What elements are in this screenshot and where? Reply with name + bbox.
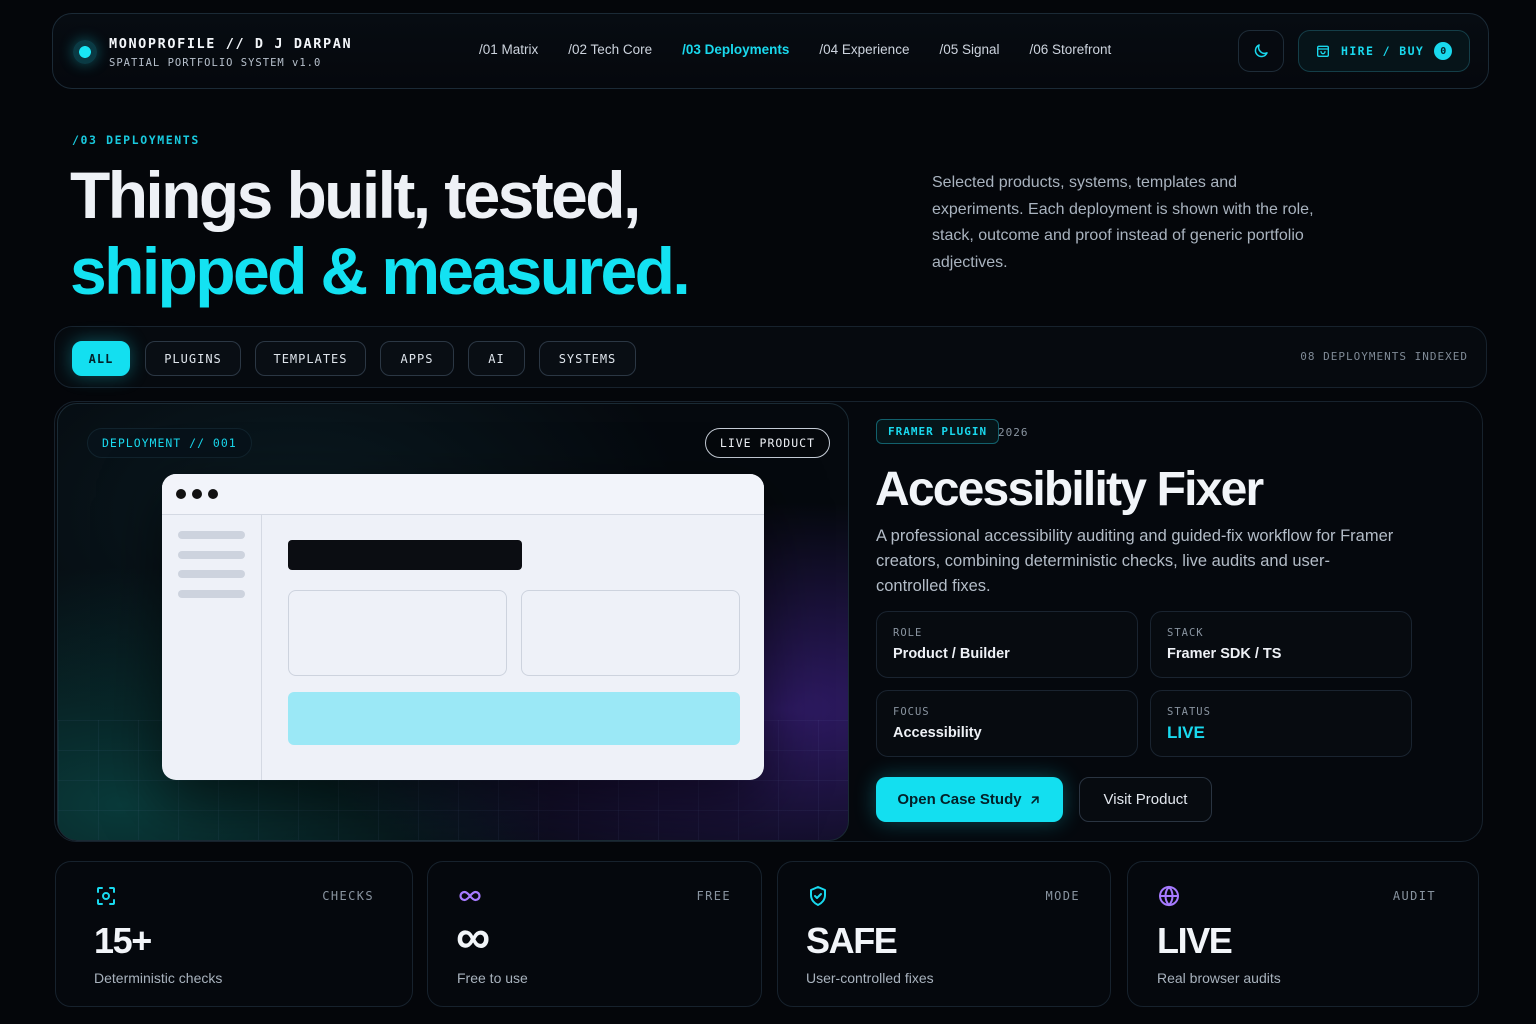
meta-value: Accessibility: [893, 725, 982, 741]
meta-label: FOCUS: [893, 706, 930, 718]
mockup-sidebar-line: [178, 590, 245, 598]
cart-icon: [1317, 45, 1329, 57]
infinity-icon: [459, 890, 481, 902]
nav-link-matrix[interactable]: /01 Matrix: [479, 42, 538, 57]
window-dot-icon: [208, 489, 218, 499]
mockup-titlebar: [162, 474, 764, 515]
stat-card-free: FREE ∞ Free to use: [427, 861, 762, 1007]
stat-key: AUDIT: [1392, 889, 1436, 903]
nav-link-storefront[interactable]: /06 Storefront: [1030, 42, 1112, 57]
stat-caption: User-controlled fixes: [806, 970, 934, 986]
open-case-study-label: Open Case Study: [897, 791, 1022, 808]
meta-value: Framer SDK / TS: [1167, 646, 1282, 662]
filter-chip-all[interactable]: ALL: [72, 341, 130, 376]
product-description: A professional accessibility auditing an…: [876, 527, 1394, 595]
deployment-card: DEPLOYMENT // 001 LIVE PRODUCT FRAMER PL…: [54, 401, 1483, 842]
status-value: LIVE: [1167, 723, 1205, 742]
globe-icon: [1159, 885, 1179, 907]
deployment-id-tag: DEPLOYMENT // 001: [87, 428, 252, 458]
hire-buy-label: HIRE / BUY: [1341, 44, 1425, 58]
mockup-heading-block: [288, 540, 522, 570]
mockup-sidebar: [162, 515, 262, 780]
hire-buy-button[interactable]: HIRE / BUY 0: [1298, 30, 1470, 72]
theme-toggle-button[interactable]: [1238, 30, 1284, 72]
section-label: /03 DEPLOYMENTS: [72, 133, 200, 147]
shield-check-icon: [810, 886, 826, 906]
stat-card-checks: CHECKS 15+ Deterministic checks: [55, 861, 413, 1007]
stat-value: ∞: [456, 911, 490, 964]
meta-card-stack: STACK Framer SDK / TS: [1150, 611, 1412, 678]
filter-chip-templates[interactable]: TEMPLATES: [255, 341, 366, 376]
category-tag: FRAMER PLUGIN: [876, 419, 1000, 444]
product-title: Accessibility Fixer: [875, 463, 1264, 516]
stat-caption: Real browser audits: [1157, 970, 1281, 986]
deployments-indexed-count: 08 DEPLOYMENTS INDEXED: [1300, 350, 1468, 363]
nav-link-signal[interactable]: /05 Signal: [939, 42, 999, 57]
meta-value: Product / Builder: [893, 646, 1010, 662]
hero-description: Selected products, systems, templates an…: [932, 174, 1314, 271]
stat-key: CHECKS: [322, 889, 374, 903]
top-nav-bar: MONOPROFILE // D J DARPAN SPATIAL PORTFO…: [52, 13, 1489, 89]
filter-chip-plugins[interactable]: PLUGINS: [145, 341, 241, 376]
mockup-content-box: [288, 590, 507, 676]
window-dot-icon: [192, 489, 202, 499]
mockup-cta-block: [288, 692, 740, 745]
filter-chip-systems[interactable]: SYSTEMS: [539, 341, 636, 376]
stat-caption: Deterministic checks: [94, 970, 223, 986]
stat-key: MODE: [1045, 889, 1080, 903]
arrow-up-right-icon: [1030, 795, 1039, 804]
nav-link-tech-core[interactable]: /02 Tech Core: [568, 42, 652, 57]
stat-key: FREE: [696, 889, 731, 903]
window-dot-icon: [176, 489, 186, 499]
visit-product-button[interactable]: Visit Product: [1079, 777, 1212, 822]
deployment-year: 2026: [998, 426, 1029, 439]
open-case-study-button[interactable]: Open Case Study: [876, 777, 1063, 822]
mockup-sidebar-line: [178, 570, 245, 578]
scan-icon: [97, 887, 115, 905]
mockup-sidebar-line: [178, 551, 245, 559]
stat-card-mode: MODE SAFE User-controlled fixes: [777, 861, 1111, 1007]
nav-link-deployments[interactable]: /03 Deployments: [682, 42, 789, 57]
hero-title-line-2: shipped & measured.: [70, 234, 691, 308]
brand-subtitle: SPATIAL PORTFOLIO SYSTEM v1.0: [109, 57, 322, 69]
cart-count-badge: 0: [1434, 42, 1453, 60]
mockup-content-box: [521, 590, 740, 676]
meta-label: STATUS: [1167, 706, 1211, 718]
stat-card-audit: AUDIT LIVE Real browser audits: [1127, 861, 1479, 1007]
stat-caption: Free to use: [457, 970, 528, 986]
meta-card-focus: FOCUS Accessibility: [876, 690, 1138, 757]
nav-link-experience[interactable]: /04 Experience: [819, 42, 909, 57]
brand-logo-dot[interactable]: [73, 40, 97, 64]
ui-mockup-window: [162, 474, 764, 780]
meta-label: STACK: [1167, 627, 1204, 639]
mockup-sidebar-line: [178, 531, 245, 539]
meta-card-status: STATUS LIVE: [1150, 690, 1412, 757]
hero-title-line-1: Things built, tested,: [70, 158, 641, 232]
meta-card-role: ROLE Product / Builder: [876, 611, 1138, 678]
filter-bar: ALL PLUGINS TEMPLATES APPS AI SYSTEMS 08…: [54, 326, 1487, 388]
stat-value: 15+: [94, 920, 152, 961]
live-product-tag: LIVE PRODUCT: [704, 428, 830, 458]
filter-chip-apps[interactable]: APPS: [380, 341, 454, 376]
deployment-preview[interactable]: DEPLOYMENT // 001 LIVE PRODUCT: [57, 403, 849, 841]
stat-value: SAFE: [806, 920, 898, 961]
stat-value: LIVE: [1157, 920, 1233, 961]
filter-chip-ai[interactable]: AI: [468, 341, 525, 376]
deployment-info: FRAMER PLUGIN 2026 Accessibility Fixer A…: [875, 402, 1475, 841]
main-nav: /01 Matrix /02 Tech Core /03 Deployments…: [479, 42, 1141, 57]
moon-icon: [1254, 44, 1268, 58]
brand-title[interactable]: MONOPROFILE // D J DARPAN: [109, 36, 352, 52]
meta-label: ROLE: [893, 627, 923, 639]
